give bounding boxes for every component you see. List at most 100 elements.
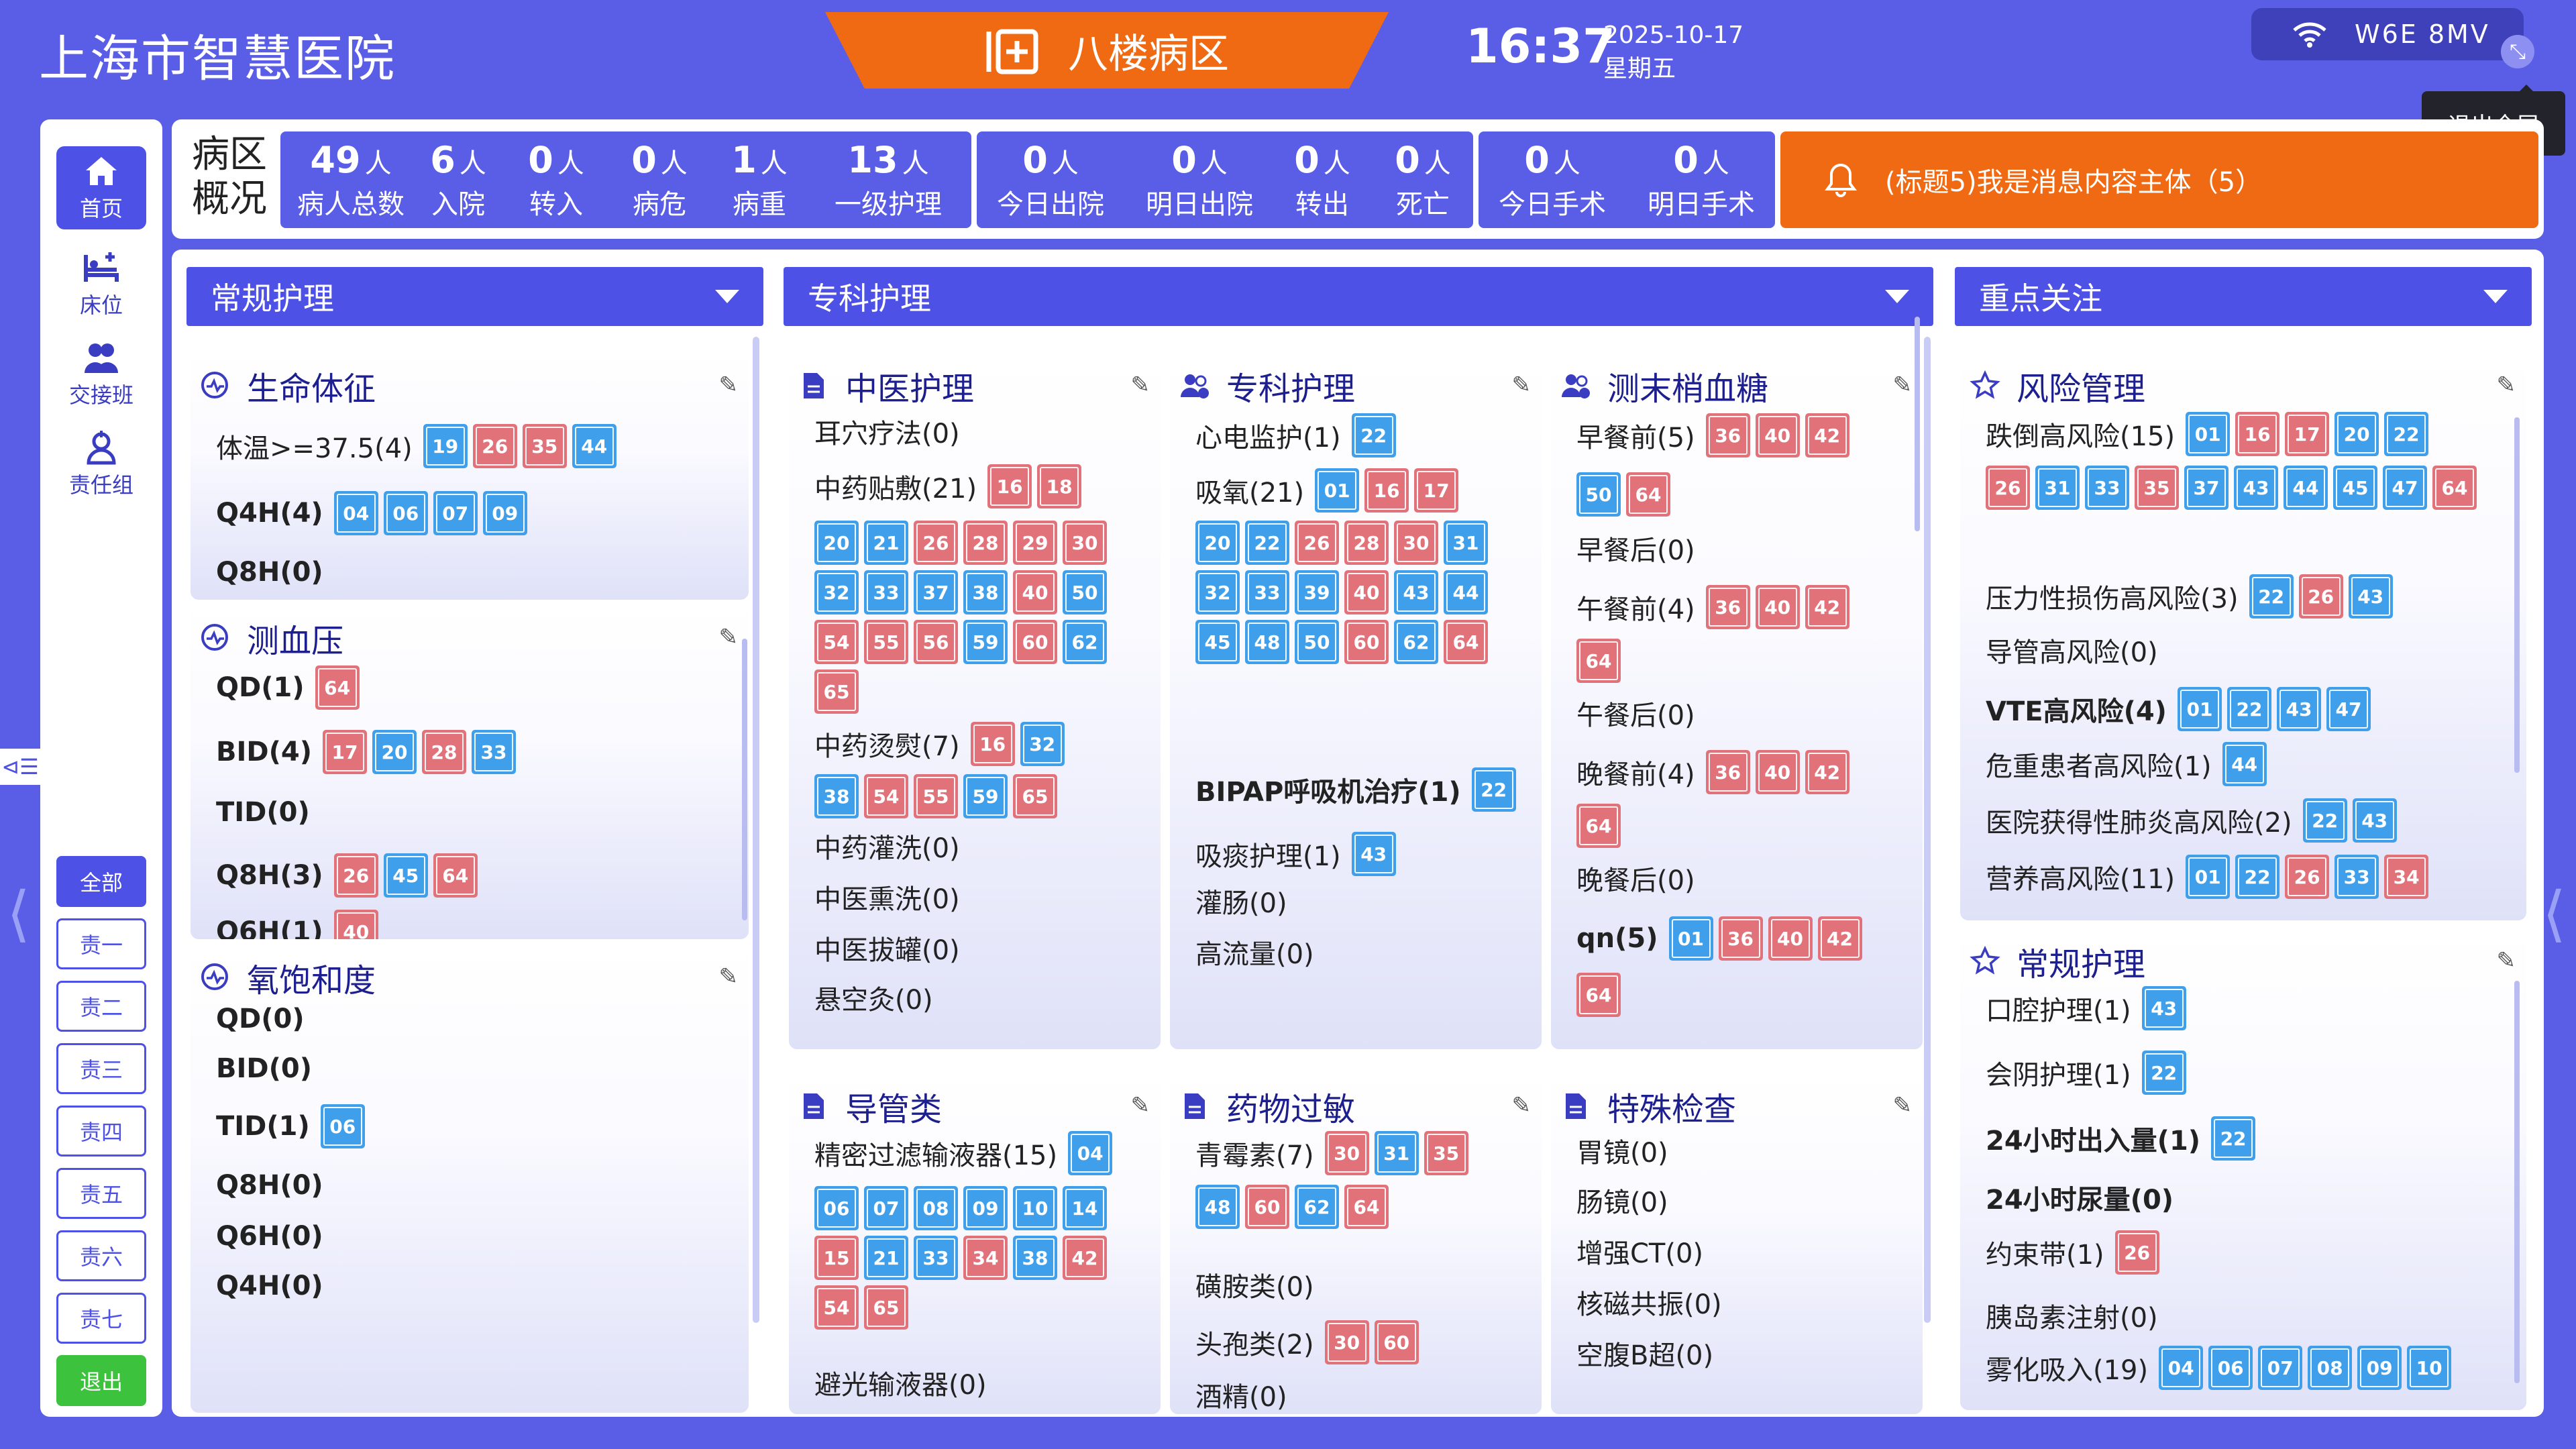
care-item-row[interactable]: 酒精(0) — [1195, 1375, 1521, 1414]
bed-number-tag[interactable]: 31 — [2035, 466, 2080, 510]
nav-team[interactable]: 责任组 — [56, 429, 146, 499]
bed-number-tag[interactable]: 50 — [1295, 620, 1339, 664]
bed-number-tag[interactable]: 20 — [372, 730, 417, 774]
care-item-row[interactable]: 压力性损伤高风险(3) 22 26 43 — [1986, 574, 2506, 619]
bed-number-tag[interactable]: 60 — [1374, 1320, 1419, 1364]
bed-number-tag[interactable]: 06 — [383, 491, 428, 535]
care-item-row[interactable]: 中医拔罐(0) — [814, 928, 1140, 967]
care-item-row[interactable]: 38 54 55 59 65 — [814, 774, 1140, 818]
bed-number-tag[interactable]: 09 — [482, 491, 527, 535]
care-item-row[interactable]: 医院获得性肺炎高风险(2) 22 43 — [1986, 798, 2506, 843]
bed-number-tag[interactable]: 04 — [333, 491, 378, 535]
bed-number-tag[interactable]: 26 — [333, 853, 378, 898]
column-scrollbar[interactable] — [1924, 337, 1931, 1323]
care-item-row[interactable]: 磺胺类(0) — [1195, 1265, 1521, 1304]
care-item-row[interactable]: 中药烫熨(7) 16 32 — [814, 722, 1140, 766]
care-item-row[interactable]: 吸氧(21) 01 16 17 — [1195, 468, 1521, 513]
care-item-row[interactable]: 危重患者高风险(1) 44 — [1986, 742, 2506, 786]
bed-number-tag[interactable]: 34 — [2384, 855, 2429, 899]
bed-number-tag[interactable]: 47 — [2326, 687, 2371, 731]
bed-number-tag[interactable]: 20 — [814, 521, 859, 565]
care-item-row[interactable]: VTE高风险(4) 01 22 43 47 — [1986, 687, 2506, 731]
bed-number-tag[interactable]: 30 — [1063, 521, 1107, 565]
care-item-row[interactable]: Q8H(0) — [216, 1170, 729, 1201]
bed-number-tag[interactable]: 60 — [1344, 620, 1389, 664]
scroll-right-icon[interactable]: ⟨ — [2542, 879, 2566, 949]
care-item-row[interactable]: 中药贴敷(21) 16 18 — [814, 464, 1140, 508]
bed-number-tag[interactable]: 37 — [914, 570, 958, 614]
bed-number-tag[interactable]: 15 — [814, 1236, 859, 1280]
section-focus[interactable]: 重点关注 — [1955, 267, 2532, 326]
bed-number-tag[interactable]: 26 — [2114, 1230, 2159, 1275]
bed-number-tag[interactable]: 18 — [1037, 464, 1082, 508]
bed-number-tag[interactable]: 50 — [1576, 472, 1621, 517]
bed-number-tag[interactable]: 08 — [2308, 1346, 2353, 1390]
bed-number-tag[interactable]: 22 — [2384, 412, 2429, 456]
bed-number-tag[interactable]: 64 — [1344, 1185, 1389, 1229]
bed-number-tag[interactable]: 47 — [2383, 466, 2427, 510]
bed-number-tag[interactable]: 54 — [864, 774, 908, 818]
care-item-row[interactable]: 早餐后(0) — [1576, 529, 1902, 568]
bed-number-tag[interactable]: 62 — [1295, 1185, 1339, 1229]
care-item-row[interactable]: 营养高风险(11) 01 22 26 33 34 — [1986, 855, 2506, 899]
care-item-row[interactable]: 增强CT(0) — [1576, 1232, 1902, 1271]
bed-number-tag[interactable]: 36 — [1705, 413, 1750, 458]
bed-number-tag[interactable]: 31 — [1444, 521, 1488, 565]
bed-number-tag[interactable]: 38 — [814, 774, 859, 818]
bed-number-tag[interactable]: 43 — [2141, 986, 2186, 1030]
care-item-row[interactable]: 06 07 08 09 10 14 15 21 33 34 38 42 54 65 — [814, 1186, 1140, 1330]
care-item-row[interactable]: Q6H(1) 40 — [216, 910, 729, 939]
bed-number-tag[interactable]: 04 — [2159, 1346, 2204, 1390]
bed-number-tag[interactable]: 64 — [433, 853, 478, 898]
bed-number-tag[interactable]: 32 — [1020, 722, 1065, 766]
bed-number-tag[interactable]: 42 — [1805, 413, 1849, 458]
stat-item[interactable]: 0 人明日手术 — [1627, 131, 1775, 228]
bed-number-tag[interactable]: 42 — [1817, 916, 1862, 961]
filter-team-6[interactable]: 责六 — [56, 1230, 146, 1281]
edit-icon[interactable]: ✎ — [1131, 1092, 1150, 1119]
care-item-row[interactable]: Q4H(0) — [216, 1271, 729, 1301]
bed-number-tag[interactable]: 64 — [1444, 620, 1488, 664]
care-item-row[interactable]: 64 — [1576, 973, 1902, 1017]
bed-number-tag[interactable]: 22 — [2235, 855, 2280, 899]
bed-number-tag[interactable]: 62 — [1394, 620, 1438, 664]
filter-team-5[interactable]: 责五 — [56, 1168, 146, 1219]
bed-number-tag[interactable]: 36 — [1705, 585, 1750, 629]
care-item-row[interactable]: 中医熏洗(0) — [814, 877, 1140, 916]
care-item-row[interactable]: 会阴护理(1) 22 — [1986, 1051, 2506, 1095]
bed-number-tag[interactable]: 44 — [2284, 466, 2328, 510]
bed-number-tag[interactable]: 14 — [1063, 1186, 1107, 1230]
bed-number-tag[interactable]: 36 — [1718, 916, 1763, 961]
care-item-row[interactable]: BID(4) 17 20 28 33 — [216, 730, 729, 774]
bed-number-tag[interactable]: 44 — [2222, 742, 2267, 786]
bed-number-tag[interactable]: 43 — [2352, 798, 2397, 843]
bed-number-tag[interactable]: 55 — [864, 620, 908, 664]
bed-number-tag[interactable]: 28 — [1344, 521, 1389, 565]
bed-number-tag[interactable]: 59 — [963, 774, 1008, 818]
bed-number-tag[interactable]: 26 — [914, 521, 958, 565]
bed-number-tag[interactable]: 22 — [1351, 413, 1396, 458]
bed-number-tag[interactable]: 42 — [1805, 750, 1849, 794]
bed-number-tag[interactable]: 62 — [1063, 620, 1107, 664]
stat-item[interactable]: 49 人病人总数 — [280, 131, 421, 228]
care-item-row[interactable]: 雾化吸入(19) 04 06 07 08 09 10 — [1986, 1346, 2506, 1390]
care-item-row[interactable]: 午餐前(4) 36 40 42 — [1576, 585, 1902, 629]
bed-number-tag[interactable]: 43 — [2276, 687, 2321, 731]
bed-number-tag[interactable]: 22 — [2211, 1116, 2256, 1161]
care-item-row[interactable]: Q8H(0) — [216, 557, 729, 588]
section-routine[interactable]: 常规护理 — [186, 267, 763, 326]
bed-number-tag[interactable]: 22 — [2302, 798, 2347, 843]
edit-icon[interactable]: ✎ — [719, 624, 739, 651]
care-item-row[interactable]: 64 — [1576, 804, 1902, 848]
bed-number-tag[interactable]: 44 — [572, 424, 616, 468]
bed-number-tag[interactable]: 10 — [1013, 1186, 1057, 1230]
bed-number-tag[interactable]: 42 — [1805, 585, 1849, 629]
care-item-row[interactable]: 胃镜(0) — [1576, 1131, 1902, 1170]
bed-number-tag[interactable]: 06 — [2208, 1346, 2253, 1390]
nav-handover[interactable]: 交接班 — [56, 339, 146, 409]
bed-number-tag[interactable]: 26 — [2298, 574, 2343, 619]
care-item-row[interactable]: 24小时尿量(0) — [1986, 1178, 2506, 1217]
bed-number-tag[interactable]: 64 — [1626, 472, 1670, 517]
bed-number-tag[interactable]: 65 — [814, 669, 859, 714]
bed-number-tag[interactable]: 31 — [1374, 1131, 1419, 1175]
